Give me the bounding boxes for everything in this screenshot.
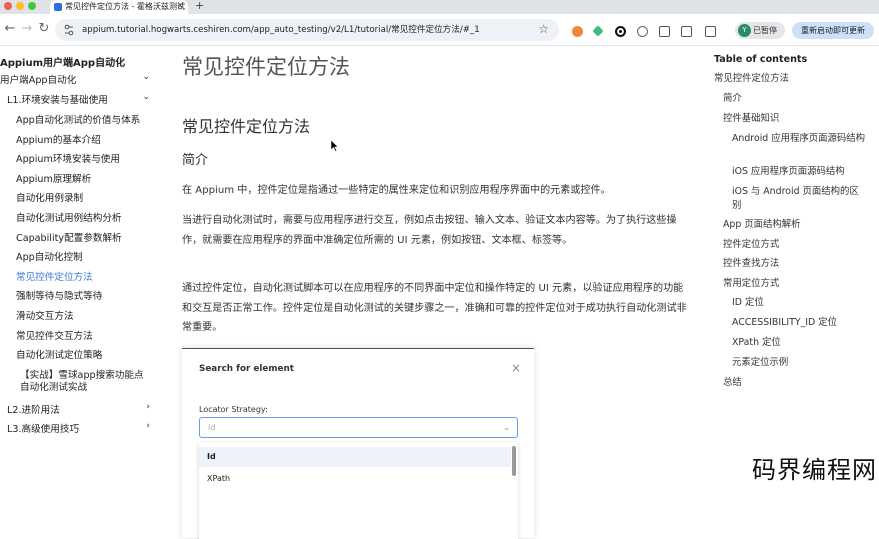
chevron-down-icon: ⌄ <box>142 92 150 102</box>
locator-strategy-select[interactable]: Id ⌄ <box>199 417 518 438</box>
toc-item[interactable]: 控件查找方法 <box>723 257 873 271</box>
sidebar-item[interactable]: 常见控件定位方法 <box>16 269 93 283</box>
sidebar-group-l1[interactable]: L1.环境安装与基础使用 ⌄ <box>7 92 160 106</box>
search-element-dialog: Search for element × Locator Strategy: I… <box>182 348 534 539</box>
toc-item[interactable]: 控件定位方式 <box>723 238 873 252</box>
avatar: Y <box>738 24 751 37</box>
new-tab-icon[interactable]: + <box>195 0 204 12</box>
toc-item[interactable]: iOS 与 Android 页面结构的区别 <box>732 185 867 212</box>
minimize-window-button[interactable] <box>16 2 24 10</box>
close-icon[interactable]: × <box>511 361 521 375</box>
sidebar-title[interactable]: Appium用户端App自动化 <box>0 54 125 69</box>
sidebar-group-l3[interactable]: L3.高级使用技巧 › <box>7 421 160 435</box>
toc-item[interactable]: 元素定位示例 <box>732 356 867 370</box>
close-window-button[interactable] <box>4 2 12 10</box>
sidebar-item[interactable]: 自动化测试用例结构分析 <box>16 210 122 224</box>
sidebar-group-label: L2.进阶用法 <box>7 405 60 416</box>
sidebar-item[interactable]: App自动化控制 <box>16 249 83 263</box>
sidebar-item[interactable]: 常见控件交互方法 <box>16 328 93 342</box>
browser-tabstrip: 常见控件定位方法 - 霍格沃兹测试 × + <box>0 0 879 14</box>
forward-icon[interactable]: → <box>20 22 34 36</box>
reload-icon[interactable]: ↻ <box>37 22 51 36</box>
sidebar-item[interactable]: 自动化测试实战 <box>20 379 87 393</box>
sidebar-item[interactable]: 滑动交互方法 <box>16 308 74 322</box>
toc-item[interactable]: ACCESSIBILITY_ID 定位 <box>732 316 867 330</box>
subsection-heading: 简介 <box>182 153 209 168</box>
sidebar-item[interactable]: Appium原理解析 <box>16 171 91 185</box>
extension-icon[interactable] <box>592 25 604 37</box>
option-id[interactable]: Id <box>199 447 511 467</box>
toc-title: Table of contents <box>714 54 808 65</box>
page-title: 常见控件定位方法 <box>182 55 350 79</box>
sidebar-item[interactable]: Capability配置参数解析 <box>16 230 122 244</box>
sidebar-group-label: L3.高级使用技巧 <box>7 424 80 435</box>
chevron-down-icon: ⌄ <box>503 423 510 432</box>
body-paragraph: 当进行自动化测试时，需要与应用程序进行交互，例如点击按钮、输入文本、验证文本内容… <box>182 215 677 246</box>
toc-item[interactable]: iOS 应用程序页面源码结构 <box>732 165 867 179</box>
chevron-right-icon: › <box>146 402 150 412</box>
toc-item[interactable]: 控件基础知识 <box>723 112 873 126</box>
toc-item[interactable]: 常用定位方式 <box>723 277 873 291</box>
toc-item[interactable]: App 页面结构解析 <box>723 218 873 232</box>
toc-item[interactable]: 常见控件定位方法 <box>714 72 864 86</box>
extension-icon[interactable] <box>637 26 648 37</box>
chevron-down-icon: ⌄ <box>142 72 150 82</box>
dialog-title: Search for element <box>199 364 294 374</box>
sidebar-group-l2[interactable]: L2.进阶用法 › <box>7 402 160 416</box>
extension-icon[interactable] <box>681 26 692 37</box>
extension-icon[interactable] <box>615 26 626 37</box>
watermark-logo: 码界编程网 <box>752 456 877 484</box>
toc-item[interactable]: 简介 <box>723 92 873 106</box>
sidebar-section[interactable]: 用户端App自动化 ⌄ <box>0 72 160 86</box>
sidebar-item[interactable]: 自动化测试定位策略 <box>16 347 102 361</box>
sidebar-item[interactable]: 自动化用例录制 <box>16 190 83 204</box>
sidebar-item[interactable]: Appium环境安装与使用 <box>16 151 120 165</box>
browser-tab[interactable]: 常见控件定位方法 - 霍格沃兹测试 × <box>50 0 188 14</box>
extensions-puzzle-icon[interactable] <box>705 26 716 37</box>
bookmark-star-icon[interactable]: ☆ <box>538 22 549 36</box>
browser-toolbar: ← → ↻ appium.tutorial.hogwarts.ceshiren.… <box>0 14 879 46</box>
restart-to-update-button[interactable]: 重新启动即可更新 <box>792 22 874 39</box>
toc-item[interactable]: 总结 <box>723 376 873 390</box>
chevron-right-icon: › <box>146 421 150 431</box>
select-value: Id <box>208 423 216 432</box>
sidebar-item[interactable]: App自动化测试的价值与体系 <box>16 112 140 126</box>
site-info-icon[interactable] <box>64 24 74 36</box>
site-favicon-icon <box>54 3 62 11</box>
sidebar-section-label: 用户端App自动化 <box>0 75 77 86</box>
screenshot-extension-icon[interactable] <box>659 26 670 37</box>
sidebar-item[interactable]: 强制等待与隐式等待 <box>16 288 102 302</box>
mouse-cursor-icon <box>331 140 339 152</box>
toc-item[interactable]: XPath 定位 <box>732 336 867 350</box>
tab-title: 常见控件定位方法 - 霍格沃兹测试 <box>65 2 185 11</box>
body-paragraph: 通过控件定位，自动化测试脚本可以在应用程序的不同界面中定位和操作特定的 UI 元… <box>182 283 687 334</box>
profile-status: 已暂停 <box>753 26 777 35</box>
toc-item[interactable]: Android 应用程序页面源码结构 <box>732 132 867 146</box>
locator-strategy-label: Locator Strategy: <box>199 405 268 414</box>
close-tab-icon[interactable]: × <box>176 0 184 13</box>
sidebar-nav: Appium用户端App自动化 用户端App自动化 ⌄ L1.环境安装与基础使用… <box>0 46 160 490</box>
profile-button[interactable]: Y 已暂停 <box>735 22 785 39</box>
option-xpath[interactable]: XPath <box>199 469 511 489</box>
extension-icon[interactable] <box>572 26 583 37</box>
address-bar[interactable]: appium.tutorial.hogwarts.ceshiren.com/ap… <box>55 19 559 41</box>
zoom-window-button[interactable] <box>28 2 36 10</box>
sidebar-group-label: L1.环境安装与基础使用 <box>7 95 108 106</box>
list-scrollbar[interactable] <box>512 446 516 476</box>
back-icon[interactable]: ← <box>3 22 17 36</box>
intro-paragraph: 在 Appium 中，控件定位是指通过一些特定的属性来定位和识别应用程序界面中的… <box>182 185 611 196</box>
url-text: appium.tutorial.hogwarts.ceshiren.com/ap… <box>82 25 480 35</box>
locator-options-list: Id XPath <box>199 442 518 539</box>
toc-item[interactable]: ID 定位 <box>732 296 867 310</box>
section-heading: 常见控件定位方法 <box>182 117 311 136</box>
sidebar-item[interactable]: Appium的基本介绍 <box>16 132 101 146</box>
